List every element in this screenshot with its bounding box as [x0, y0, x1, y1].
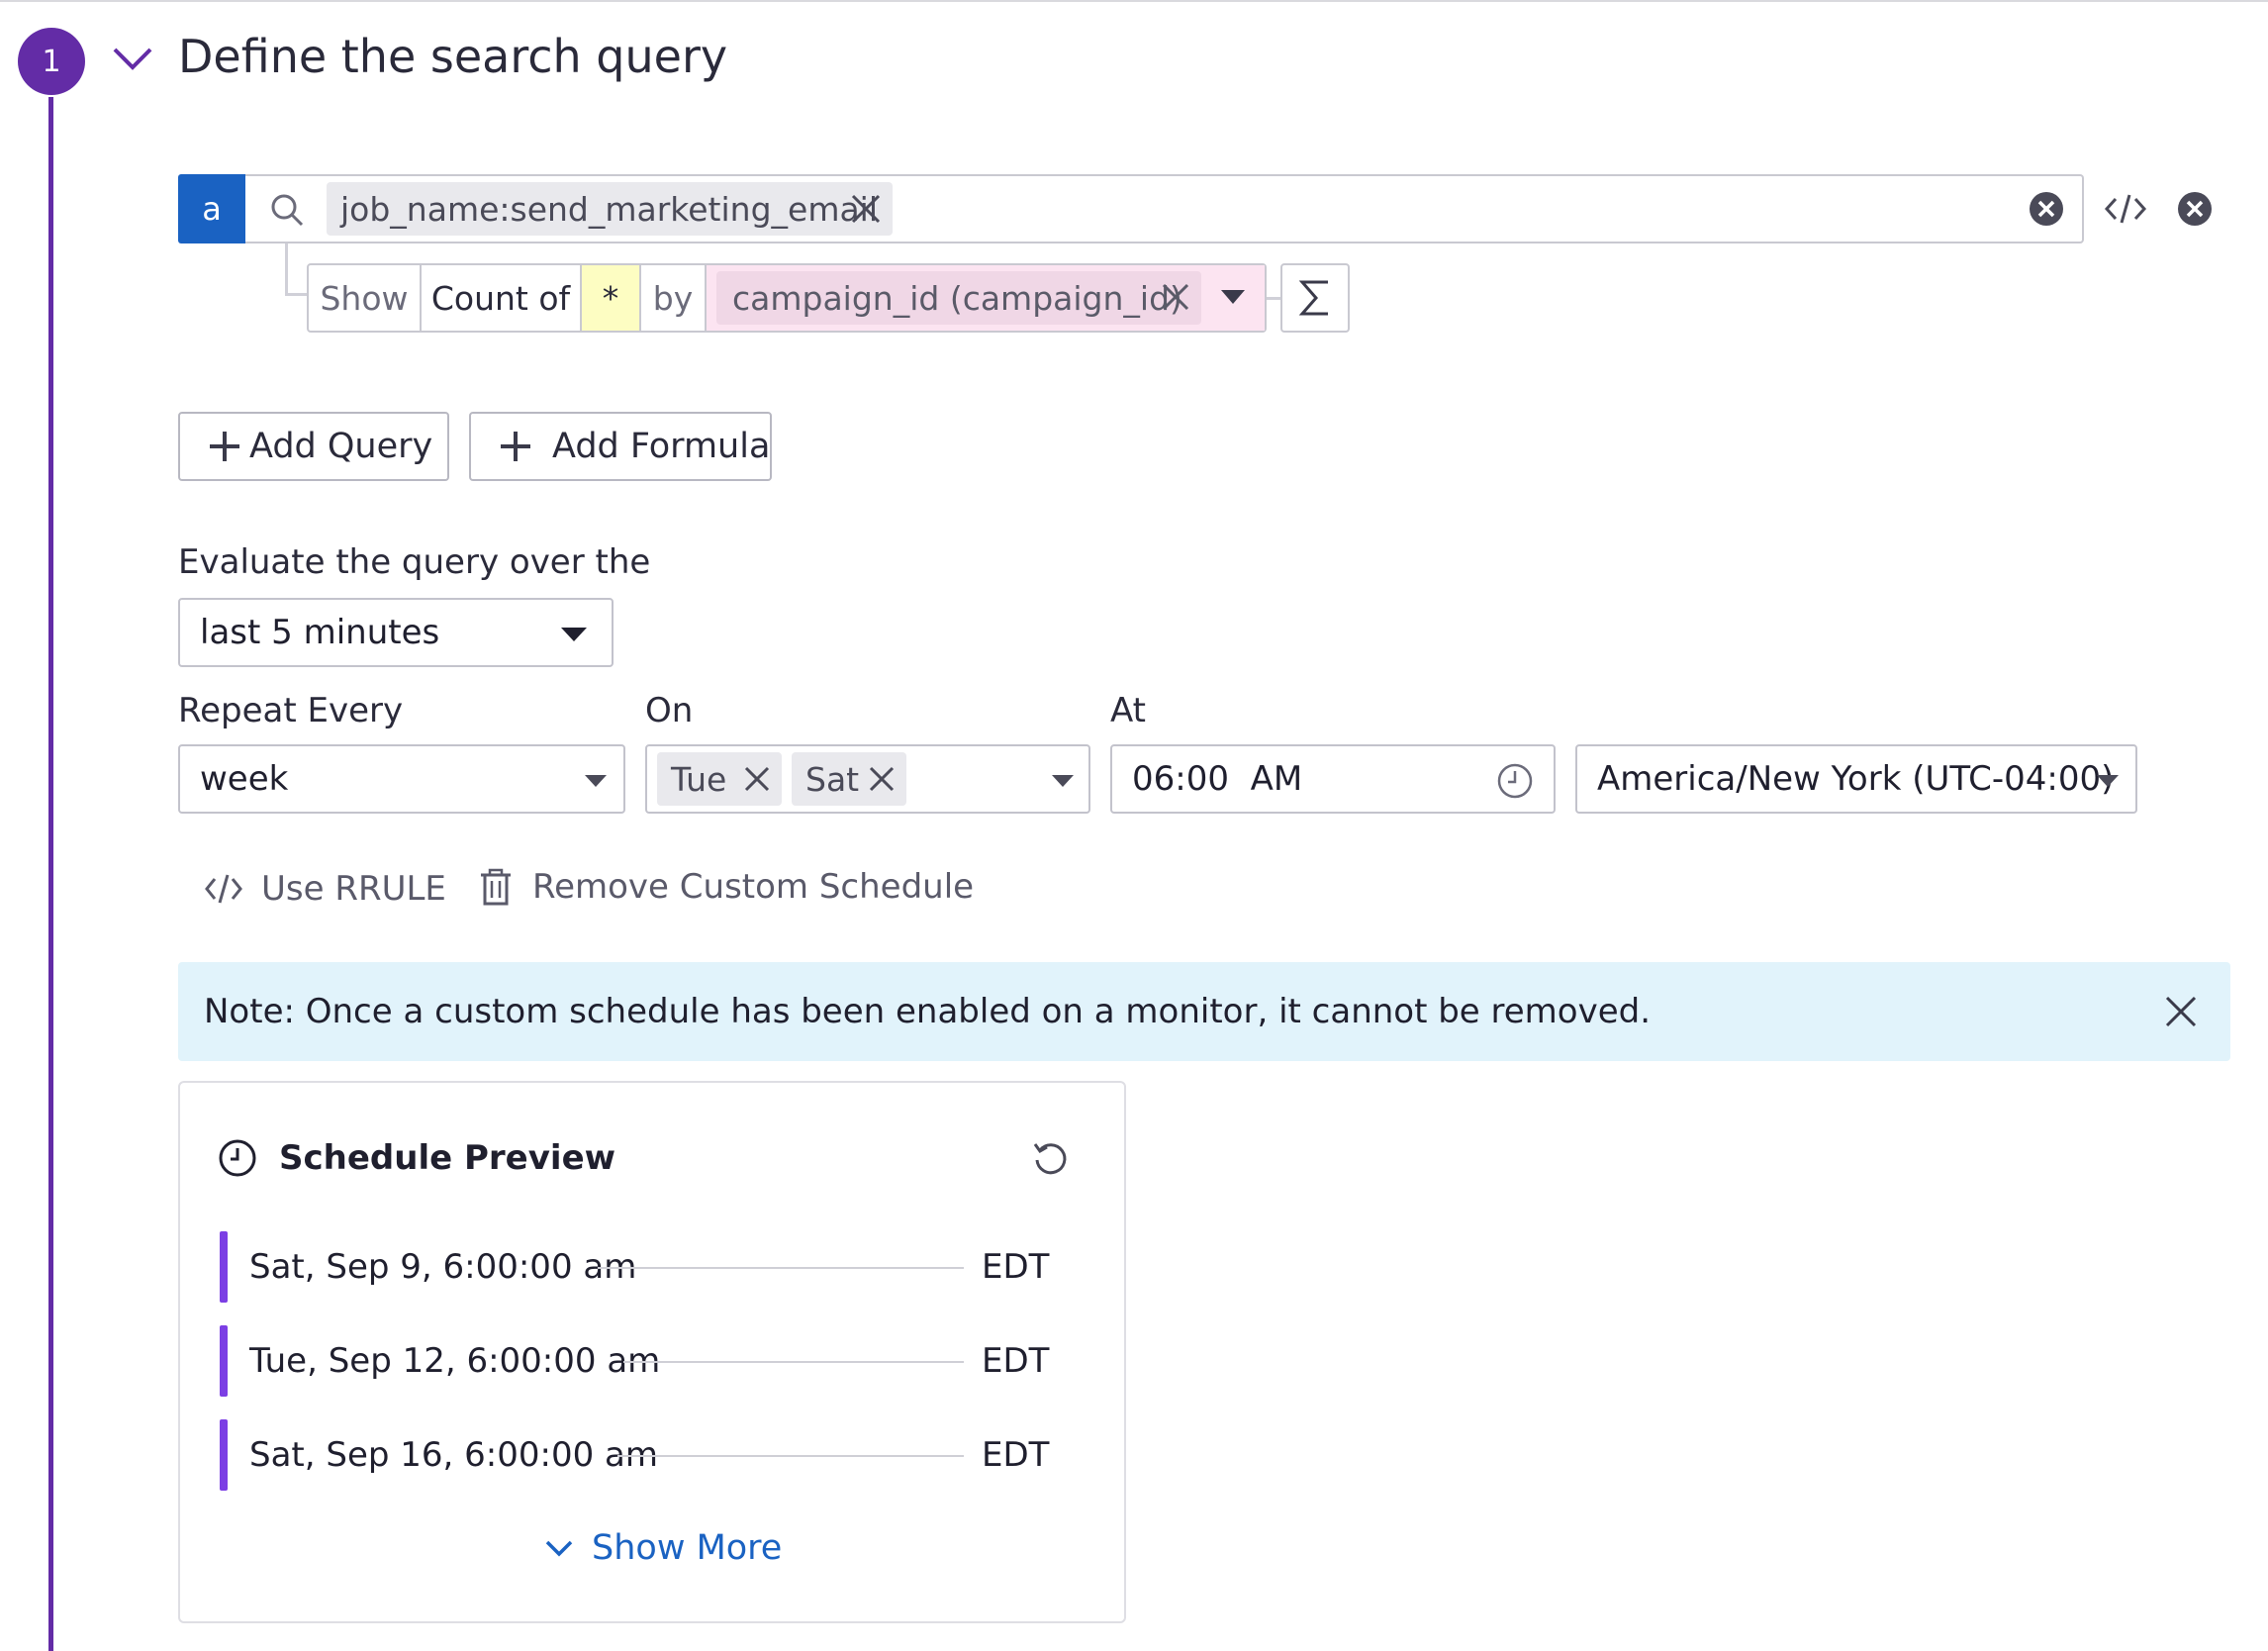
remove-custom-schedule-button[interactable]: Remove Custom Schedule [479, 867, 974, 907]
sigma-icon [1298, 280, 1328, 316]
by-label: by [641, 263, 707, 333]
schedule-preview-title: Schedule Preview [279, 1138, 616, 1178]
use-rrule-label: Use RRULE [261, 869, 446, 909]
query-letter-badge: a [178, 174, 245, 243]
caret-down-icon [585, 775, 607, 787]
remove-day-icon[interactable] [742, 764, 772, 794]
evaluation-window-select[interactable]: last 5 minutes [178, 598, 614, 667]
collapse-chevron-icon[interactable] [111, 44, 154, 73]
repeat-every-label: Repeat Every [178, 691, 404, 730]
show-more-button[interactable]: Show More [544, 1528, 782, 1568]
caret-down-icon [2097, 775, 2119, 787]
run-marker [220, 1231, 228, 1303]
time-value: 06:00 AM [1132, 759, 1303, 799]
run-divider [617, 1455, 964, 1457]
add-query-label: Add Query [249, 427, 433, 466]
add-formula-label: Add Formula [552, 427, 771, 466]
run-timezone: EDT [982, 1435, 1050, 1475]
repeat-every-select[interactable]: week [178, 744, 625, 814]
add-query-button[interactable]: Add Query [178, 412, 449, 481]
time-input[interactable]: 06:00 AM [1110, 744, 1556, 814]
on-label: On [645, 691, 694, 730]
evaluate-label: Evaluate the query over the [178, 542, 651, 582]
at-label: At [1110, 691, 1146, 730]
trash-icon [481, 868, 511, 906]
run-date: Tue, Sep 12, 6:00:00 am [249, 1341, 661, 1381]
step-progress-line [48, 97, 53, 1651]
show-label: Show [309, 263, 422, 333]
info-note-banner: Note: Once a custom schedule has been en… [178, 962, 2230, 1061]
clock-icon [1497, 763, 1533, 799]
remove-day-icon[interactable] [867, 764, 897, 794]
run-timezone: EDT [982, 1341, 1050, 1381]
repeat-every-value: week [200, 759, 289, 799]
query-connector [285, 293, 307, 296]
filter-chip[interactable]: job_name:send_marketing_email [327, 182, 893, 236]
timezone-value: America/New York (UTC-04:00) [1597, 759, 2115, 799]
day-chip-label: Tue [671, 759, 727, 799]
run-date: Sat, Sep 9, 6:00:00 am [249, 1247, 637, 1287]
run-marker [220, 1419, 228, 1491]
query-connector [285, 243, 288, 295]
use-rrule-button[interactable]: Use RRULE [204, 869, 446, 909]
refresh-icon[interactable] [1031, 1138, 1071, 1178]
close-icon[interactable] [2163, 994, 2199, 1029]
function-sigma-button[interactable] [1280, 263, 1350, 333]
group-by-chip[interactable]: campaign_id (campaign_id) [716, 271, 1201, 325]
caret-down-icon [1052, 775, 1074, 787]
remove-custom-schedule-label: Remove Custom Schedule [532, 867, 975, 907]
remove-group-icon[interactable] [1158, 279, 1193, 315]
section-title: Define the search query [178, 30, 728, 83]
formula-connector [1267, 297, 1280, 300]
evaluation-window-value: last 5 minutes [200, 613, 440, 652]
code-icon[interactable] [2104, 191, 2147, 227]
aggregation-function-select[interactable]: Count of [422, 263, 582, 333]
run-marker [220, 1325, 228, 1397]
run-timezone: EDT [982, 1247, 1050, 1287]
chevron-down-icon [545, 1540, 573, 1557]
measure-field[interactable]: * [582, 265, 641, 331]
caret-down-icon[interactable] [1219, 287, 1247, 307]
step-number-badge: 1 [18, 28, 85, 95]
run-date: Sat, Sep 16, 6:00:00 am [249, 1435, 658, 1475]
show-more-label: Show More [592, 1528, 783, 1568]
note-text: Note: Once a custom schedule has been en… [204, 992, 1652, 1031]
run-divider [623, 1361, 964, 1363]
plus-icon [210, 432, 239, 461]
code-icon [205, 874, 242, 904]
remove-query-icon[interactable] [2177, 191, 2213, 227]
plus-icon [501, 432, 530, 461]
caret-down-icon [561, 628, 587, 641]
top-divider [0, 0, 2268, 2]
timezone-select[interactable]: America/New York (UTC-04:00) [1575, 744, 2137, 814]
day-chip-label: Sat [805, 759, 860, 799]
clear-search-icon[interactable] [2029, 191, 2064, 227]
add-formula-button[interactable]: Add Formula [469, 412, 772, 481]
search-icon [271, 194, 304, 227]
clock-icon [219, 1139, 256, 1177]
run-divider [598, 1267, 964, 1269]
remove-filter-icon[interactable] [847, 190, 885, 228]
